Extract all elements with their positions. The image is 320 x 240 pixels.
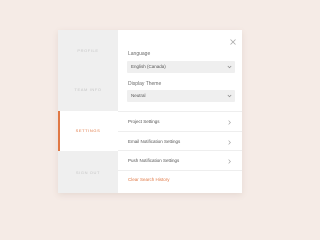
sidebar-item-settings[interactable]: SETTINGS — [58, 111, 118, 151]
language-value: English (Canada) — [131, 64, 166, 69]
chevron-right-icon — [228, 159, 231, 164]
chevron-right-icon — [228, 140, 231, 145]
chevron-down-icon — [227, 65, 232, 69]
email-notification-settings-row[interactable]: Email Notification Settings — [118, 131, 242, 152]
project-settings-row[interactable]: Project Settings — [118, 111, 242, 132]
clear-search-history-link[interactable]: Clear Search History — [128, 177, 170, 182]
push-notification-settings-row[interactable]: Push Notification Settings — [118, 150, 242, 171]
display-theme-value: Neutral — [131, 93, 146, 98]
project-settings-label: Project Settings — [128, 119, 160, 124]
email-notification-settings-label: Email Notification Settings — [128, 139, 181, 144]
display-theme-label: Display Theme — [128, 81, 162, 87]
chevron-right-icon — [228, 120, 231, 125]
sidebar-item-team-info[interactable]: TEAM INFO — [58, 85, 118, 95]
sidebar-nav: PROFILE TEAM INFO SETTINGS SIGN OUT — [58, 30, 118, 193]
push-notification-settings-label: Push Notification Settings — [128, 158, 180, 163]
language-select[interactable]: English (Canada) — [127, 61, 235, 73]
row-divider — [118, 170, 242, 171]
display-theme-select[interactable]: Neutral — [127, 90, 235, 102]
chevron-down-icon — [227, 94, 232, 98]
settings-dialog: PROFILE TEAM INFO SETTINGS SIGN OUT Lang… — [58, 30, 242, 193]
close-icon[interactable] — [229, 38, 237, 46]
settings-content: Language English (Canada) Display Theme … — [118, 30, 242, 193]
sidebar-item-profile[interactable]: PROFILE — [58, 46, 118, 56]
sidebar-item-sign-out[interactable]: SIGN OUT — [58, 168, 118, 178]
language-label: Language — [128, 51, 151, 57]
